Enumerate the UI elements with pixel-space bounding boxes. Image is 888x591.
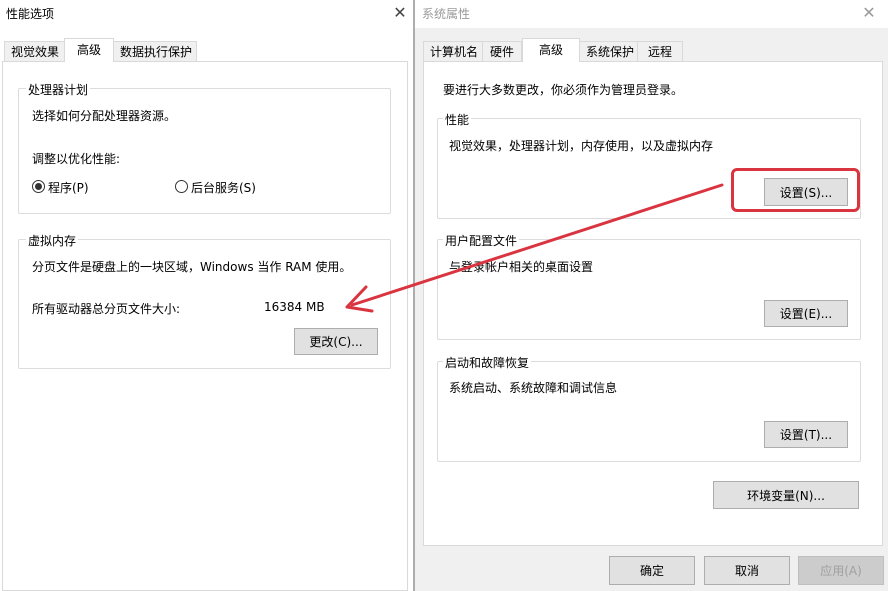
radio-background-services[interactable] — [175, 180, 188, 193]
virtual-memory-description: 分页文件是硬盘上的一块区域，Windows 当作 RAM 使用。 — [32, 260, 352, 274]
tab-computer-name[interactable]: 计算机名 — [423, 41, 483, 62]
tab-remote[interactable]: 远程 — [637, 41, 683, 62]
tab-hardware[interactable]: 硬件 — [482, 41, 522, 62]
user-profiles-settings-button[interactable]: 设置(E)... — [764, 300, 848, 327]
apply-button[interactable]: 应用(A) — [798, 556, 884, 585]
performance-title: 性能 — [443, 111, 472, 128]
right-titlebar — [415, 0, 888, 28]
tab-system-protection[interactable]: 系统保护 — [579, 41, 638, 62]
adjust-for-label: 调整以优化性能: — [32, 152, 121, 166]
right-window-title: 系统属性 — [422, 7, 471, 21]
system-properties-dialog: 系统属性 ✕ 计算机名 硬件 高级 系统保护 远程 要进行大多数更改，你必须作为… — [414, 0, 888, 591]
processor-scheduling-title: 处理器计划 — [26, 81, 91, 98]
user-profiles-description: 与登录帐户相关的桌面设置 — [449, 260, 594, 274]
tab-data-execution-prevention[interactable]: 数据执行保护 — [113, 41, 197, 62]
radio-programs-label[interactable]: 程序(P) — [48, 179, 89, 196]
startup-recovery-settings-button[interactable]: 设置(T)... — [764, 421, 848, 448]
user-profiles-title: 用户配置文件 — [443, 232, 520, 249]
startup-recovery-title: 启动和故障恢复 — [443, 354, 532, 371]
left-close-icon[interactable]: ✕ — [392, 5, 408, 21]
tab-visual-effects[interactable]: 视觉效果 — [4, 41, 66, 62]
environment-variables-button[interactable]: 环境变量(N)... — [713, 481, 859, 509]
startup-recovery-description: 系统启动、系统故障和调试信息 — [449, 381, 618, 395]
radio-programs-dot — [35, 183, 42, 190]
tab-advanced[interactable]: 高级 — [64, 38, 114, 62]
performance-options-dialog: 性能选项 ✕ 视觉效果 高级 数据执行保护 处理器计划 选择如何分配处理器资源。… — [0, 0, 414, 591]
total-paging-file-value: 16384 MB — [264, 300, 325, 314]
right-close-icon[interactable]: ✕ — [861, 5, 877, 21]
processor-description: 选择如何分配处理器资源。 — [32, 109, 177, 123]
radio-programs[interactable] — [32, 180, 45, 193]
virtual-memory-title: 虚拟内存 — [26, 232, 79, 249]
left-window-title: 性能选项 — [6, 7, 55, 21]
performance-description: 视觉效果，处理器计划，内存使用，以及虚拟内存 — [449, 139, 714, 153]
admin-note: 要进行大多数更改，你必须作为管理员登录。 — [443, 83, 684, 97]
change-virtual-memory-button[interactable]: 更改(C)... — [294, 328, 378, 355]
total-paging-file-label: 所有驱动器总分页文件大小: — [32, 302, 181, 316]
cancel-button[interactable]: 取消 — [704, 556, 790, 585]
radio-background-services-label[interactable]: 后台服务(S) — [191, 179, 256, 196]
tab-advanced[interactable]: 高级 — [522, 38, 580, 62]
ok-button[interactable]: 确定 — [609, 556, 695, 585]
highlight-box — [731, 168, 860, 212]
